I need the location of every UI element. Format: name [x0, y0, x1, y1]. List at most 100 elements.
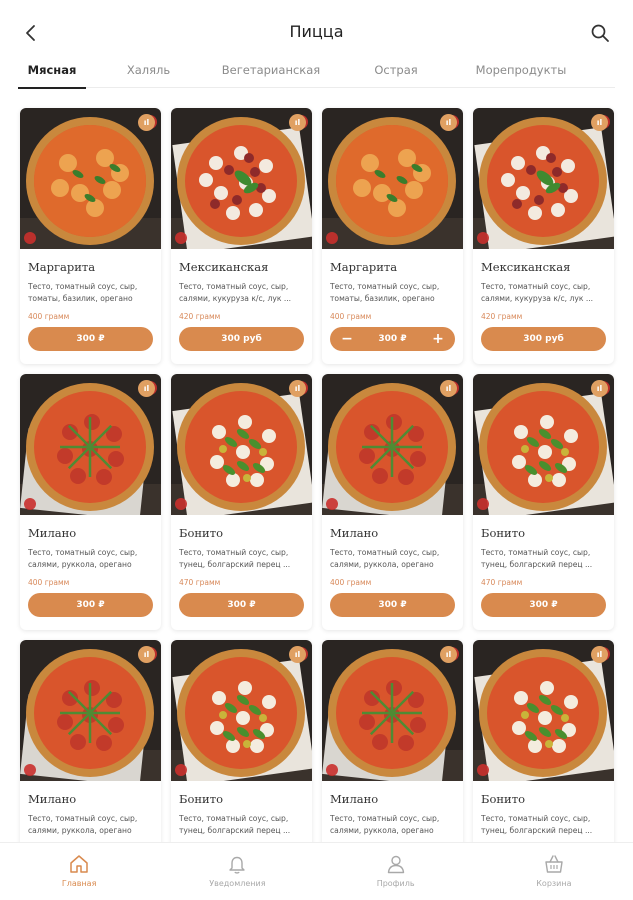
- product-name: Милано: [330, 526, 379, 540]
- product-name: Бонито: [481, 792, 525, 806]
- product-name: Маргарита: [330, 260, 398, 274]
- pizza-image: ıl: [322, 374, 463, 515]
- decrement-button[interactable]: −: [340, 332, 354, 346]
- product-card[interactable]: ıl Маргарита Тесто, томатный соус, сыр, то…: [20, 108, 161, 364]
- product-card[interactable]: ıl Бонито Тесто, томатный соус, сыр, тунец…: [171, 374, 312, 630]
- product-description: Тесто, томатный соус, сыр, салями, рукко…: [28, 814, 138, 835]
- signal-badge-icon: ıl: [289, 646, 306, 663]
- nav-home-label: Главная: [61, 879, 97, 888]
- product-name: Маргарита: [28, 260, 96, 274]
- signal-badge-icon: ıl: [138, 646, 155, 663]
- signal-badge-icon: ıl: [591, 114, 608, 131]
- home-icon: [70, 855, 88, 873]
- pizza-image: ıl: [20, 640, 161, 781]
- product-card[interactable]: ıl Милано Тесто, томатный соус, сыр, салям…: [322, 374, 463, 630]
- signal-badge-icon: ıl: [591, 646, 608, 663]
- signal-badge-icon: ıl: [591, 380, 608, 397]
- nav-cart-label: Корзина: [536, 879, 572, 888]
- product-weight: 400 грамм: [28, 312, 70, 321]
- pizza-image: ıl: [473, 640, 614, 781]
- pizza-image: ıl: [171, 374, 312, 515]
- tab-meat[interactable]: Мясная: [18, 58, 86, 89]
- nav-cart[interactable]: Корзина: [499, 843, 609, 900]
- nav-notifications[interactable]: Уведомления: [182, 843, 292, 900]
- nav-home[interactable]: Главная: [24, 843, 134, 900]
- product-name: Милано: [28, 792, 77, 806]
- product-name: Милано: [330, 792, 379, 806]
- product-weight: 400 грамм: [330, 578, 372, 587]
- product-description: Тесто, томатный соус, сыр, томаты, базил…: [28, 282, 138, 303]
- product-description: Тесто, томатный соус, сыр, тунец, болгар…: [179, 814, 291, 835]
- pizza-image: ıl: [20, 374, 161, 515]
- pizza-image: ıl: [322, 108, 463, 249]
- category-tabs: Мясная Халяль Вегетарианская Острая Море…: [18, 58, 615, 89]
- app-screen: Пицца Мясная Халяль Вегетарианская Остра…: [0, 0, 633, 900]
- product-description: Тесто, томатный соус, сыр, салями, рукко…: [28, 548, 138, 569]
- product-description: Тесто, томатный соус, сыр, тунец, болгар…: [179, 548, 291, 569]
- product-description: Тесто, томатный соус, сыр, салями, рукко…: [330, 548, 440, 569]
- basket-icon: [545, 855, 563, 873]
- pizza-image: ıl: [171, 108, 312, 249]
- signal-badge-icon: ıl: [440, 646, 457, 663]
- product-card[interactable]: ıl Маргарита Тесто, томатный соус, сыр, то…: [322, 108, 463, 364]
- tab-vegetarian[interactable]: Вегетарианская: [211, 58, 331, 88]
- nav-profile[interactable]: Профиль: [341, 843, 451, 900]
- product-weight: 420 грамм: [179, 312, 221, 321]
- tab-spicy[interactable]: Острая: [331, 58, 461, 88]
- tab-seafood[interactable]: Морепродукты: [461, 58, 581, 88]
- add-to-cart-button[interactable]: 300 ₽: [28, 593, 153, 617]
- product-description: Тесто, томатный соус, сыр, салями, рукко…: [330, 814, 440, 835]
- product-card[interactable]: ıl Мексиканская Тесто, томатный соус, сыр,…: [171, 108, 312, 364]
- signal-badge-icon: ıl: [440, 114, 457, 131]
- product-description: Тесто, томатный соус, сыр, томаты, базил…: [330, 282, 440, 303]
- signal-badge-icon: ıl: [138, 114, 155, 131]
- product-description: Тесто, томатный соус, сыр, тунец, болгар…: [481, 548, 593, 569]
- increment-button[interactable]: +: [431, 332, 445, 346]
- add-to-cart-button[interactable]: 300 ₽: [481, 593, 606, 617]
- add-to-cart-button[interactable]: 300 руб: [179, 327, 304, 351]
- product-card[interactable]: ıl Бонито Тесто, томатный соус, сыр, тунец…: [473, 374, 614, 630]
- add-to-cart-button[interactable]: 300 руб: [481, 327, 606, 351]
- signal-badge-icon: ıl: [138, 380, 155, 397]
- product-card[interactable]: ıl Мексиканская Тесто, томатный соус, сыр,…: [473, 108, 614, 364]
- tab-halal[interactable]: Халяль: [86, 58, 211, 88]
- product-weight: 400 грамм: [330, 312, 372, 321]
- product-name: Мексиканская: [481, 260, 571, 274]
- nav-profile-label: Профиль: [376, 879, 415, 888]
- signal-badge-icon: ıl: [289, 380, 306, 397]
- add-to-cart-button[interactable]: 300 ₽: [28, 327, 153, 351]
- product-weight: 400 грамм: [28, 578, 70, 587]
- pizza-image: ıl: [473, 374, 614, 515]
- user-icon: [387, 855, 404, 874]
- header: Пицца: [0, 0, 633, 62]
- search-button[interactable]: [589, 22, 611, 44]
- bottom-navigation: Главная Уведомления Профиль Корзина: [0, 842, 633, 900]
- product-weight: 420 грамм: [481, 312, 523, 321]
- pizza-image: ıl: [171, 640, 312, 781]
- product-name: Милано: [28, 526, 77, 540]
- product-grid: ıl Маргарита Тесто, томатный соус, сыр, то…: [20, 108, 614, 896]
- signal-badge-icon: ıl: [289, 114, 306, 131]
- product-name: Мексиканская: [179, 260, 269, 274]
- page-title: Пицца: [289, 22, 344, 41]
- product-description: Тесто, томатный соус, сыр, тунец, болгар…: [481, 814, 593, 835]
- product-weight: 470 грамм: [179, 578, 221, 587]
- bell-icon: [229, 856, 246, 874]
- quantity-stepper: − 300 ₽ +: [330, 327, 455, 351]
- search-icon: [591, 24, 609, 42]
- pizza-image: ıl: [322, 640, 463, 781]
- product-description: Тесто, томатный соус, сыр, салями, кукур…: [481, 282, 594, 303]
- product-name: Бонито: [481, 526, 525, 540]
- pizza-image: ıl: [473, 108, 614, 249]
- nav-notifications-label: Уведомления: [209, 879, 266, 888]
- product-name: Бонито: [179, 792, 223, 806]
- product-name: Бонито: [179, 526, 223, 540]
- signal-badge-icon: ıl: [440, 380, 457, 397]
- product-weight: 470 грамм: [481, 578, 523, 587]
- add-to-cart-button[interactable]: 300 ₽: [330, 593, 455, 617]
- stepper-price: 300 ₽: [378, 334, 407, 344]
- pizza-image: ıl: [20, 108, 161, 249]
- product-description: Тесто, томатный соус, сыр, салями, кукур…: [179, 282, 292, 303]
- product-card[interactable]: ıl Милано Тесто, томатный соус, сыр, салям…: [20, 374, 161, 630]
- add-to-cart-button[interactable]: 300 ₽: [179, 593, 304, 617]
